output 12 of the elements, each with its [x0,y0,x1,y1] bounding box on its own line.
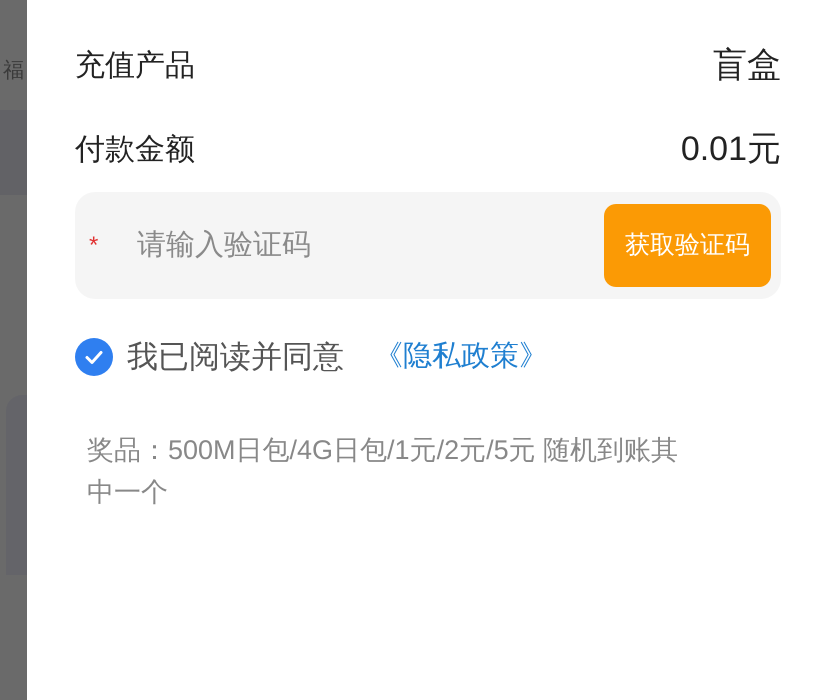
privacy-link[interactable]: 《隐私政策》 [374,335,548,379]
get-code-button[interactable]: 获取验证码 [604,204,771,287]
row-label: 付款金额 [75,132,195,168]
agreement-text: 我已阅读并同意 [127,338,344,376]
prize-note: 奖品：500M日包/4G日包/1元/2元/5元 随机到账其中一个 [86,434,680,509]
checkbox[interactable] [75,338,113,376]
code-field[interactable]: * 请输入验证码 获取验证码 [75,192,781,299]
row-value: 盲盒 [713,44,781,86]
row-value: 0.01元 [680,128,781,170]
required-mark: * [89,230,100,260]
code-input[interactable]: 请输入验证码 [137,224,604,268]
row-label: 充值产品 [75,48,195,84]
